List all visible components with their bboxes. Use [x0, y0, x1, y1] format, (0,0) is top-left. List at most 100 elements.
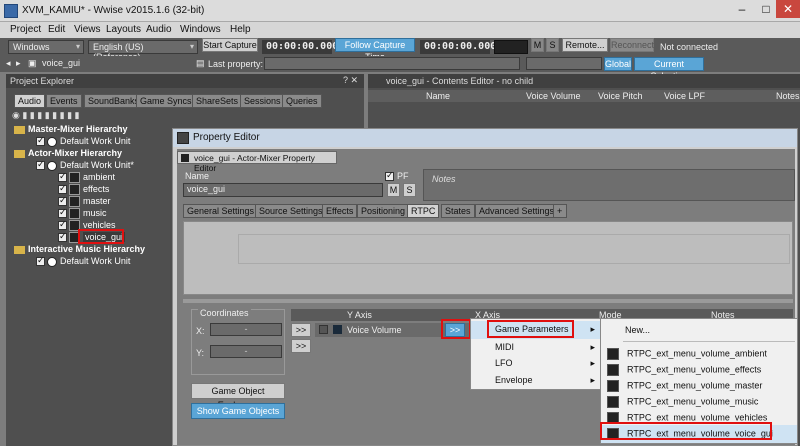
tree-item[interactable]: ambient — [58, 171, 115, 184]
property-editor-icon — [177, 132, 189, 144]
tab-effects[interactable]: Effects — [322, 204, 358, 218]
highlight-box — [441, 319, 471, 339]
pf-checkbox[interactable] — [385, 170, 394, 181]
tree-item[interactable]: Interactive Music Hierarchy — [14, 244, 145, 254]
reconnect-button[interactable]: Reconnect — [610, 38, 654, 52]
y-label: Y: — [196, 348, 205, 358]
col-y-axis[interactable]: Y Axis — [347, 310, 372, 320]
solo-button[interactable]: S — [546, 38, 559, 52]
col-voice-pitch[interactable]: Voice Pitch — [598, 91, 643, 101]
highlight-box — [600, 422, 772, 440]
window-title: XVM_KAMIU* - Wwise v2015.1.6 (32-bit) — [22, 5, 205, 16]
tree-item[interactable]: Master-Mixer Hierarchy — [14, 124, 128, 134]
mute-button[interactable]: M — [387, 183, 400, 197]
start-capture-button[interactable]: Start Capture — [202, 38, 258, 52]
tab-states[interactable]: States — [441, 204, 475, 218]
tab-game-syncs[interactable]: Game Syncs — [136, 94, 196, 108]
checkbox-icon[interactable] — [58, 231, 67, 243]
checkbox-icon[interactable] — [58, 183, 67, 195]
menu-views[interactable]: Views — [74, 24, 101, 35]
menu-help[interactable]: Help — [230, 24, 251, 35]
x-coordinate-field[interactable]: - — [210, 323, 282, 336]
add-rtpc-button-2[interactable]: >> — [291, 339, 311, 353]
slider-field[interactable] — [526, 57, 602, 70]
checkbox-icon[interactable] — [36, 135, 45, 147]
menu-item-envelope[interactable]: Envelope ▸ — [471, 372, 601, 390]
menu-item-new[interactable]: New... — [601, 322, 797, 340]
checkbox-icon[interactable] — [36, 159, 45, 171]
back-arrow-icon[interactable]: ◂ — [6, 58, 11, 69]
game-object-explorer-button[interactable]: Game Object Explorer... — [191, 383, 285, 410]
close-button[interactable]: ✕ — [776, 0, 800, 18]
minimize-button[interactable]: – — [730, 0, 754, 18]
tree-item[interactable]: master — [58, 195, 111, 208]
x-label: X: — [196, 326, 205, 336]
follow-capture-time-button[interactable]: Follow Capture Time — [335, 38, 415, 62]
coordinates-label: Coordinates — [198, 308, 251, 318]
menu-audio[interactable]: Audio — [146, 24, 172, 35]
checkbox-icon[interactable] — [58, 219, 67, 231]
rtpc-graph-canvas[interactable] — [238, 234, 790, 264]
checkbox-icon[interactable] — [36, 255, 45, 267]
submenu-arrow-icon: ▸ — [590, 324, 595, 334]
name-input[interactable]: voice_gui — [183, 183, 383, 197]
solo-button[interactable]: S — [403, 183, 416, 197]
maximize-button[interactable]: □ — [754, 0, 778, 18]
tree-item[interactable]: music — [58, 207, 107, 220]
global-button[interactable]: Global — [604, 57, 632, 71]
tab-sessions[interactable]: Sessions — [240, 94, 285, 108]
col-voice-volume[interactable]: Voice Volume — [526, 91, 581, 101]
last-property-field[interactable] — [264, 57, 520, 70]
checkbox-icon[interactable] — [58, 195, 67, 207]
menu-windows[interactable]: Windows — [180, 24, 221, 35]
menu-separator — [623, 341, 795, 342]
tree-item[interactable]: effects — [58, 183, 109, 196]
tab-advanced-settings[interactable]: Advanced Settings — [475, 204, 559, 218]
menu-layouts[interactable]: Layouts — [106, 24, 141, 35]
tab-events[interactable]: Events — [46, 94, 82, 108]
submenu-arrow-icon: ▸ — [590, 375, 595, 385]
col-name[interactable]: Name — [426, 91, 450, 101]
checkbox-icon[interactable] — [58, 171, 67, 183]
notes-field[interactable]: Notes — [423, 169, 795, 201]
capture-time-display: 00:00:00.000 — [262, 40, 338, 54]
platform-dropdown[interactable]: Windows — [8, 40, 84, 54]
tab-rtpc[interactable]: RTPC — [407, 204, 440, 218]
rtpc-y-axis-value: Voice Volume — [347, 325, 402, 335]
col-notes[interactable]: Notes — [776, 91, 800, 101]
property-editor-tab[interactable]: voice_gui - Actor-Mixer Property Editor — [177, 151, 337, 173]
show-game-objects-button[interactable]: Show Game Objects — [191, 403, 285, 419]
tree-item[interactable]: Actor-Mixer Hierarchy — [14, 148, 122, 158]
y-coordinate-field[interactable]: - — [210, 345, 282, 358]
current-object-name: voice_gui — [42, 58, 81, 68]
tab-positioning[interactable]: Positioning — [357, 204, 410, 218]
tab-general-settings[interactable]: General Settings — [183, 204, 259, 218]
last-property-label: Last property: — [208, 59, 264, 69]
language-dropdown[interactable]: English (US) (Reference) — [88, 40, 198, 62]
explorer-icon-toolbar[interactable]: ◉ ▮ ▮ ▮ ▮ ▮ ▮ ▮ ▮ — [12, 110, 212, 122]
tab-audio[interactable]: Audio — [14, 94, 46, 108]
tree-item[interactable]: Default Work Unit* — [36, 159, 134, 171]
tree-item[interactable]: Default Work Unit — [36, 255, 130, 267]
menu-edit[interactable]: Edit — [48, 24, 65, 35]
name-label: Name — [185, 171, 210, 181]
add-rtpc-button[interactable]: >> — [291, 323, 311, 337]
forward-arrow-icon[interactable]: ▸ — [16, 58, 21, 69]
splitter[interactable] — [183, 299, 793, 303]
tab-queries[interactable]: Queries — [282, 94, 322, 108]
tab-sharesets[interactable]: ShareSets — [192, 94, 243, 108]
checkbox-icon[interactable] — [58, 207, 67, 219]
remote-button[interactable]: Remote... — [562, 38, 608, 52]
col-voice-lpf[interactable]: Voice LPF — [664, 91, 705, 101]
mute-button[interactable]: M — [531, 38, 544, 52]
tree-item[interactable]: Default Work Unit — [36, 135, 130, 147]
menu-project[interactable]: Project — [10, 24, 41, 35]
tab-soundbanks[interactable]: SoundBanks — [84, 94, 144, 108]
menu-item-lfo[interactable]: LFO ▸ — [471, 355, 601, 373]
rtpc-graph-area[interactable] — [183, 221, 793, 295]
panel-controls-icon[interactable]: ? ✕ — [343, 75, 358, 86]
current-selection-button[interactable]: Current Selection — [634, 57, 704, 81]
tab-source-settings[interactable]: Source Settings — [255, 204, 327, 218]
add-tab-button[interactable]: + — [553, 204, 567, 218]
pin-icon[interactable] — [319, 325, 328, 334]
